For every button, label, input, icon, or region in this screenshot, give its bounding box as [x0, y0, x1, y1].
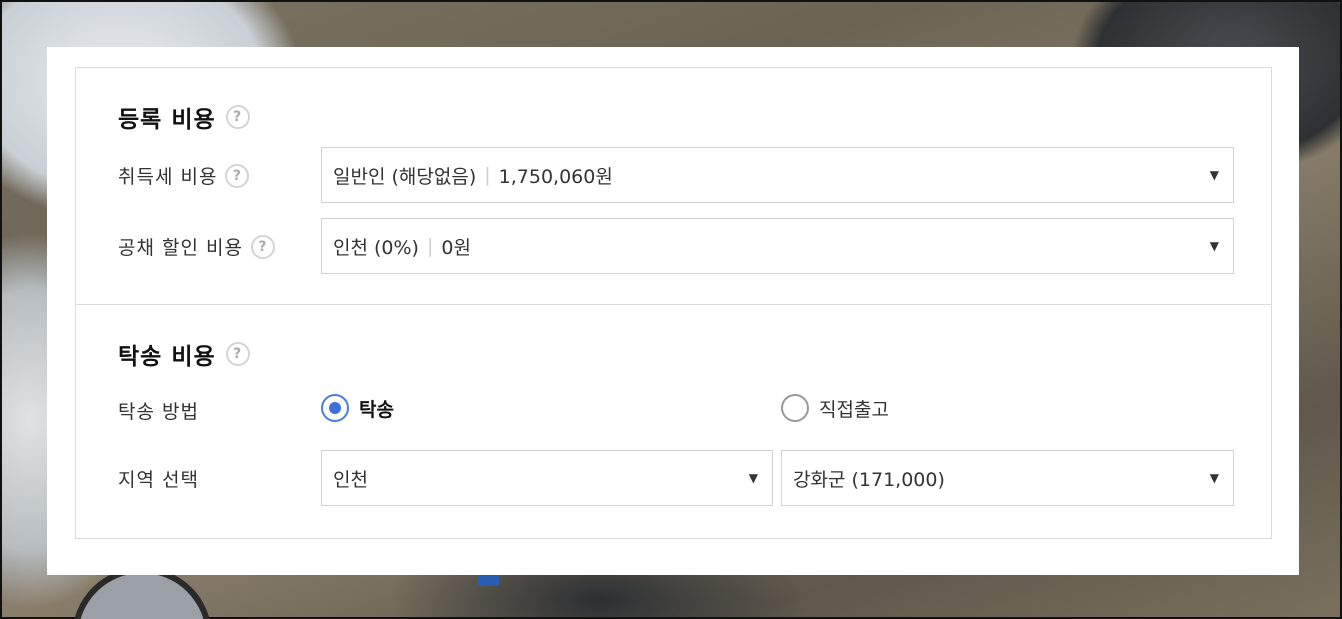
region-district-value: 강화군 (171,000) [793, 468, 945, 491]
acquisition-tax-type: 일반인 (해당없음) [333, 165, 477, 188]
towing-radio-delivery[interactable]: 탁송 [321, 394, 394, 422]
chevron-down-icon: ▼ [1209, 471, 1219, 485]
region-city-value: 인천 [333, 468, 368, 491]
acquisition-tax-separator: | [484, 164, 491, 186]
cost-panel-inner: 등록 비용 ? 취득세 비용 ? 일반인 (해당없음) | 1,750,060원… [75, 67, 1272, 539]
towing-radio-self-pickup[interactable]: 직접출고 [781, 394, 889, 422]
towing-title: 탁송 비용 ? [118, 337, 250, 371]
bond-discount-help-icon[interactable]: ? [250, 234, 275, 259]
towing-help-icon[interactable]: ? [225, 342, 250, 366]
bond-discount-amount: 0원 [441, 236, 471, 259]
chevron-down-icon: ▼ [1209, 168, 1219, 182]
bond-discount-label-text: 공채 할인 비용 [118, 237, 243, 259]
acquisition-tax-amount: 1,750,060원 [498, 165, 613, 188]
acquisition-tax-label: 취득세 비용 ? [118, 162, 250, 189]
registration-title-text: 등록 비용 [118, 107, 216, 133]
registration-title: 등록 비용 ? [118, 100, 250, 134]
radio-checked-icon [321, 394, 349, 422]
region-city-select[interactable]: 인천 ▼ [321, 450, 773, 506]
towing-title-text: 탁송 비용 [118, 344, 216, 370]
bond-discount-separator: | [426, 235, 434, 257]
registration-section: 등록 비용 ? 취득세 비용 ? 일반인 (해당없음) | 1,750,060원… [76, 68, 1271, 305]
acquisition-tax-help-icon[interactable]: ? [225, 163, 250, 188]
registration-help-icon[interactable]: ? [225, 105, 250, 129]
region-label-text: 지역 선택 [118, 469, 199, 491]
cost-panel: 등록 비용 ? 취득세 비용 ? 일반인 (해당없음) | 1,750,060원… [47, 47, 1299, 575]
towing-radio-delivery-label: 탁송 [359, 398, 394, 421]
towing-method-label-text: 탁송 방법 [118, 401, 199, 423]
towing-radio-self-pickup-label: 직접출고 [819, 398, 889, 421]
bond-discount-select[interactable]: 인천 (0%) | 0원 ▼ [321, 218, 1234, 274]
chevron-down-icon: ▼ [1209, 239, 1219, 253]
acquisition-tax-select[interactable]: 일반인 (해당없음) | 1,750,060원 ▼ [321, 147, 1234, 203]
chevron-down-icon: ▼ [748, 471, 758, 485]
radio-unchecked-icon [781, 394, 809, 422]
region-district-select[interactable]: 강화군 (171,000) ▼ [781, 450, 1234, 506]
region-label: 지역 선택 [118, 465, 199, 492]
bond-discount-region: 인천 (0%) [333, 236, 419, 259]
towing-method-label: 탁송 방법 [118, 397, 199, 424]
towing-section: 탁송 비용 ? 탁송 방법 탁송 직접출고 지역 선택 인천 ▼ 강화군 (17… [76, 305, 1271, 538]
acquisition-tax-label-text: 취득세 비용 [118, 166, 218, 188]
bond-discount-label: 공채 할인 비용 ? [118, 233, 275, 260]
